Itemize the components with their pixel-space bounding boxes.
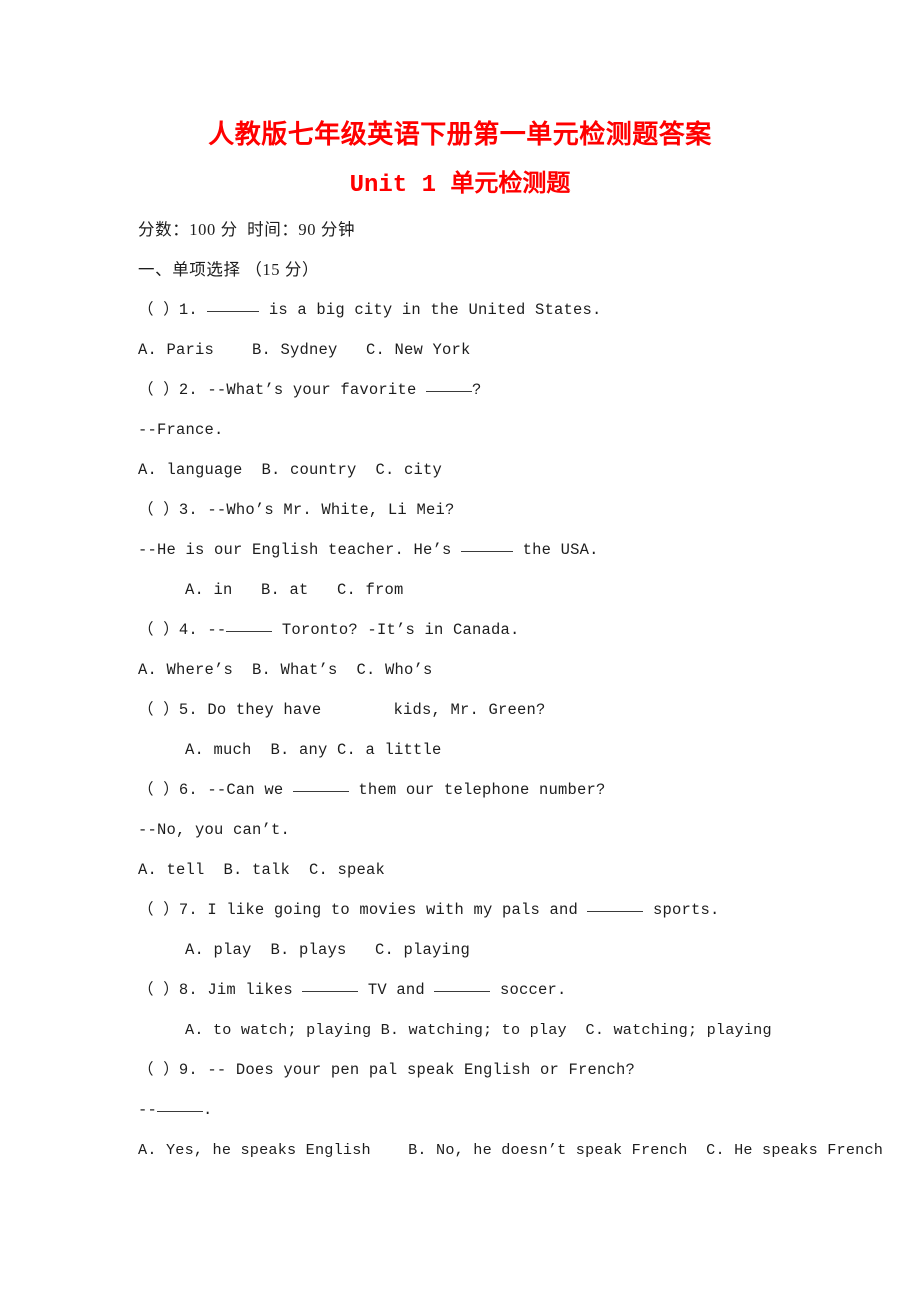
question-3-stem: （ ）3. --Who’s Mr. White, Li Mei? (138, 501, 455, 519)
question-3-answer-pre: --He is our English teacher. He’s (138, 541, 462, 559)
question-1-stem: （ ）1. is a big city in the United States… (138, 290, 838, 330)
question-6-stem: （ ）6. --Can we them our telephone number… (138, 770, 838, 810)
question-2-stem-post: ? (471, 381, 482, 399)
document-title: 人教版七年级英语下册第一单元检测题答案 (208, 120, 712, 149)
question-7-stem-pre: （ ）7. I like going to movies with my pal… (138, 901, 588, 919)
question-7-stem: （ ）7. I like going to movies with my pal… (138, 890, 838, 930)
question-3-options: A. in B. at C. from (185, 581, 404, 599)
document-subtitle: Unit 1 单元检测题 (349, 172, 571, 199)
question-5-stem-pre: （ ）5. Do they have (138, 701, 322, 719)
question-5-stem-post: kids, Mr. Green? (393, 701, 546, 719)
question-4-stem-post: Toronto? -It’s in Canada. (272, 621, 520, 639)
question-4-options: A. Where’s B. What’s C. Who’s (138, 661, 433, 679)
question-8-options: A. to watch; playing B. watching; to pla… (185, 1021, 772, 1039)
question-1-blank (207, 311, 260, 312)
question-7-blank (587, 911, 644, 912)
question-6-options: A. tell B. talk C. speak (138, 861, 386, 879)
document-body: 分数：100 分 时间：90 分钟 一、单项选择 （15 分） （ ）1. is… (138, 210, 884, 1170)
question-6-stem-post: them our telephone number? (348, 781, 606, 799)
question-4-stem: （ ）4. -- Toronto? -It’s in Canada. (138, 610, 838, 650)
question-9-answer-post: . (203, 1101, 213, 1119)
question-7-options: A. play B. plays C. playing (185, 941, 471, 959)
question-8-stem-pre: （ ）8. Jim likes (138, 981, 303, 999)
question-8-blank-2 (434, 991, 491, 992)
question-6-answer: --No, you can’t. (138, 821, 291, 839)
question-2-stem-pre: （ ）2. --What’s your favorite (138, 381, 426, 399)
question-5-stem: （ ）5. Do they have kids, Mr. Green? (138, 690, 838, 730)
question-6-stem-pre: （ ）6. --Can we (138, 781, 293, 799)
question-8-stem: （ ）8. Jim likes TV and soccer. (138, 970, 838, 1010)
question-5-options: A. much B. any C. a little (185, 741, 442, 759)
question-2-stem: （ ）2. --What’s your favorite ? (138, 370, 838, 410)
question-4-blank (226, 631, 273, 632)
question-7-stem-post: sports. (643, 901, 720, 919)
question-9-answer: --. (138, 1090, 838, 1130)
question-8-stem-mid: TV and (358, 981, 435, 999)
question-2-blank (425, 391, 472, 392)
question-3-answer-post: the USA. (513, 541, 599, 559)
question-9-blank (157, 1111, 204, 1112)
question-2-answer: --France. (138, 421, 224, 439)
question-4-stem-pre: （ ）4. -- (138, 621, 227, 639)
question-1-options: A. Paris B. Sydney C. New York (138, 341, 471, 359)
question-6-blank (292, 791, 349, 792)
question-9-answer-pre: -- (138, 1101, 158, 1119)
question-1-stem-post: is a big city in the United States. (259, 301, 602, 319)
question-3-answer: --He is our English teacher. He’s the US… (138, 530, 838, 570)
question-9-stem: （ ）9. -- Does your pen pal speak English… (138, 1061, 635, 1079)
score-time-line: 分数：100 分 时间：90 分钟 (138, 220, 356, 239)
question-8-blank-1 (302, 991, 359, 992)
question-1-stem-pre: （ ）1. (138, 301, 208, 319)
question-8-stem-post: soccer. (490, 981, 567, 999)
question-3-blank (461, 551, 514, 552)
section-heading-multiple-choice: 一、单项选择 （15 分） (138, 260, 320, 279)
document-page: 人教版七年级英语下册第一单元检测题答案 Unit 1 单元检测题 分数：100 … (0, 0, 920, 1302)
question-2-options: A. language B. country C. city (138, 461, 443, 479)
question-9-options: A. Yes, he speaks English B. No, he does… (138, 1141, 884, 1159)
